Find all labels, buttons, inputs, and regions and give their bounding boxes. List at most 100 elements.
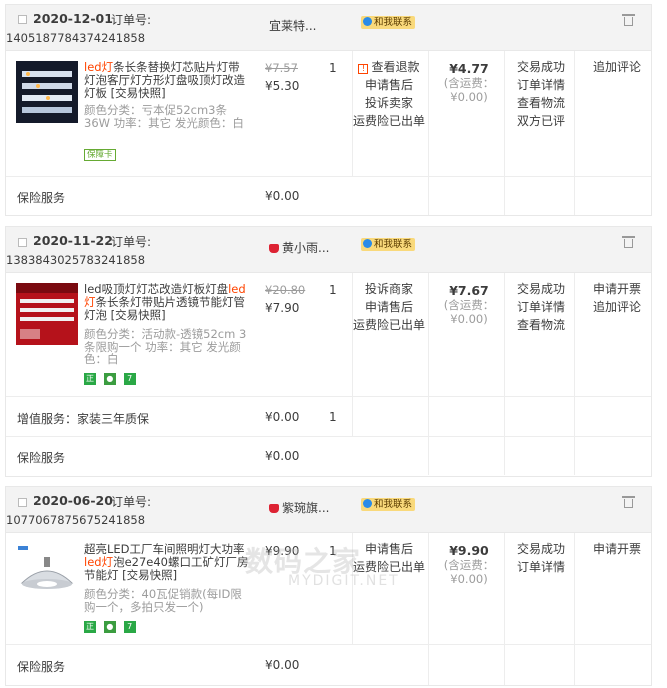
energy-badge[interactable]: ●	[103, 373, 116, 385]
product-title[interactable]: led灯条长条替换灯芯贴片灯带灯泡客厅灯方形灯盘吸顶灯改造灯板 [交易快照]	[84, 61, 249, 100]
order-details-link[interactable]: 订单详情	[511, 76, 571, 94]
product-thumbnail[interactable]	[16, 543, 78, 605]
authentic-badge[interactable]: 正	[84, 373, 96, 385]
order-actions: 申请开票 追加评论	[584, 280, 650, 316]
contact-seller-button[interactable]: 和我联系	[361, 16, 416, 29]
contact-label: 和我联系	[374, 17, 413, 28]
status-text: 交易成功	[516, 542, 565, 556]
authentic-badge[interactable]: 正	[84, 621, 96, 633]
order-header: 2020-06-20 订单号: 1077067875675241858 紫琬旗.…	[6, 487, 651, 533]
product-title[interactable]: 超亮LED工厂车间照明灯大功率led灯泡e27e40螺口工矿灯厂房节能灯 [交易…	[84, 543, 249, 582]
view-logistics-link[interactable]: 查看物流	[511, 94, 571, 112]
order-status: 交易成功 订单详情	[511, 540, 571, 576]
order-details-link[interactable]: 订单详情	[511, 558, 571, 576]
order-number-label: 订单号:	[111, 13, 152, 27]
service-label: 保险服务	[17, 191, 66, 205]
op-label: 查看退款	[371, 60, 420, 74]
contact-seller-button[interactable]: 和我联系	[361, 498, 416, 511]
item-row: led吸顶灯灯芯改造灯板灯盘led灯条长条灯带贴片透镜节能灯管灯泡 [交易快照]…	[6, 273, 651, 397]
delete-order-icon[interactable]	[622, 236, 635, 248]
order-checkbox[interactable]	[18, 238, 27, 247]
product-sku: 颜色分类：活动款-透镜52cm 3条限购一个 功率：其它 发光颜色：白	[84, 327, 247, 366]
status-text: 交易成功	[516, 60, 565, 74]
chat-icon	[363, 239, 372, 248]
item-operations: 申请售后 运费险已出单	[350, 540, 428, 576]
product-sku: 颜色分类：亏本促52cm3条36W 功率：其它 发光颜色：白	[84, 103, 244, 130]
order-date: 2020-06-20	[33, 493, 113, 508]
order-details-link[interactable]: 订单详情	[511, 298, 571, 316]
shipping-note: (含运费：¥0.00)	[443, 558, 495, 586]
item-operations: ! 查看退款 申请售后 投诉卖家 运费险已出单	[350, 58, 428, 130]
complain-seller-link[interactable]: 投诉卖家	[350, 94, 428, 112]
order-actions: 追加评论	[584, 58, 650, 76]
unit-price: ¥9.90	[265, 544, 300, 558]
service-row: 增值服务：家装三年质保 ¥0.00 1	[6, 397, 651, 437]
review-status: 双方已评	[516, 114, 565, 128]
service-qty: 1	[329, 410, 337, 424]
after-sale-link[interactable]: 申请售后	[350, 540, 428, 558]
product-badges: 保障卡	[84, 146, 116, 161]
shop-link[interactable]: 黄小雨...	[269, 239, 329, 256]
service-row: 保险服务 ¥0.00	[6, 177, 651, 215]
order-status: 交易成功 订单详情 查看物流	[511, 280, 571, 334]
service-price: ¥0.00	[265, 449, 300, 463]
contact-label: 和我联系	[374, 239, 413, 250]
product-thumbnail[interactable]	[16, 283, 78, 345]
product-title[interactable]: led吸顶灯灯芯改造灯板灯盘led灯条长条灯带贴片透镜节能灯管灯泡 [交易快照]	[84, 283, 249, 322]
shop-link[interactable]: 宜莱特...	[269, 17, 316, 34]
order-number: 1405187784374241858	[6, 31, 146, 45]
delete-order-icon[interactable]	[622, 14, 635, 26]
title-text: led吸顶灯灯芯改造灯板灯盘	[84, 282, 229, 296]
order-checkbox[interactable]	[18, 15, 27, 24]
order-number: 1077067875675241858	[6, 513, 146, 527]
guarantee-badge[interactable]: 保障卡	[84, 149, 116, 161]
title-text: 超亮LED工厂车间照明灯大功率	[84, 542, 245, 556]
shipping-note: (含运费：¥0.00)	[443, 76, 495, 104]
view-refund-link[interactable]: ! 查看退款	[350, 58, 428, 76]
total-amount: ¥4.77	[449, 61, 489, 76]
after-sale-link[interactable]: 申请售后	[350, 298, 428, 316]
contact-label: 和我联系	[374, 499, 413, 510]
contact-seller-button[interactable]: 和我联系	[361, 238, 416, 251]
order-date: 2020-11-22	[33, 233, 113, 248]
order-number-label: 订单号:	[111, 495, 152, 509]
unit-price: ¥5.30	[265, 79, 300, 93]
shipping-insurance-link[interactable]: 运费险已出单	[350, 112, 428, 130]
original-price: ¥7.57	[265, 61, 298, 75]
item-operations: 投诉商家 申请售后 运费险已出单	[350, 280, 428, 334]
request-invoice-link[interactable]: 申请开票	[584, 540, 650, 558]
order-actions: 申请开票	[584, 540, 650, 558]
order-card: 2020-12-01 订单号: 1405187784374241858 宜莱特.…	[5, 4, 652, 216]
complain-merchant-link[interactable]: 投诉商家	[350, 280, 428, 298]
shop-icon	[269, 244, 279, 253]
product-thumbnail[interactable]	[16, 61, 78, 123]
order-checkbox[interactable]	[18, 498, 27, 507]
order-status: 交易成功 订单详情 查看物流 双方已评	[511, 58, 571, 130]
order-number: 1383843025783241858	[6, 253, 146, 267]
service-label: 保险服务	[17, 660, 66, 674]
seven-day-return-badge[interactable]: 7	[123, 621, 136, 633]
unit-price: ¥7.90	[265, 301, 300, 315]
chat-icon	[363, 17, 372, 26]
seven-day-return-badge[interactable]: 7	[123, 373, 136, 385]
service-label: 增值服务：家装三年质保	[17, 412, 150, 426]
shop-name: 黄小雨...	[282, 241, 330, 255]
request-invoice-link[interactable]: 申请开票	[584, 280, 650, 298]
after-sale-link[interactable]: 申请售后	[350, 76, 428, 94]
shop-link[interactable]: 紫琬旗...	[269, 499, 329, 516]
view-logistics-link[interactable]: 查看物流	[511, 316, 571, 334]
delete-order-icon[interactable]	[622, 496, 635, 508]
order-card: 2020-06-20 订单号: 1077067875675241858 紫琬旗.…	[5, 486, 652, 686]
total-amount: ¥9.90	[449, 543, 489, 558]
add-review-link[interactable]: 追加评论	[584, 298, 650, 316]
service-row: 保险服务 ¥0.00	[6, 645, 651, 685]
energy-badge[interactable]: ●	[103, 621, 116, 633]
shipping-insurance-link[interactable]: 运费险已出单	[350, 558, 428, 576]
status-text: 交易成功	[516, 282, 565, 296]
service-price: ¥0.00	[265, 189, 300, 203]
shipping-insurance-link[interactable]: 运费险已出单	[350, 316, 428, 334]
add-review-link[interactable]: 追加评论	[584, 58, 650, 76]
total-amount: ¥7.67	[449, 283, 489, 298]
order-total: ¥4.77 (含运费：¥0.00)	[429, 61, 509, 104]
refund-icon: !	[358, 64, 369, 74]
